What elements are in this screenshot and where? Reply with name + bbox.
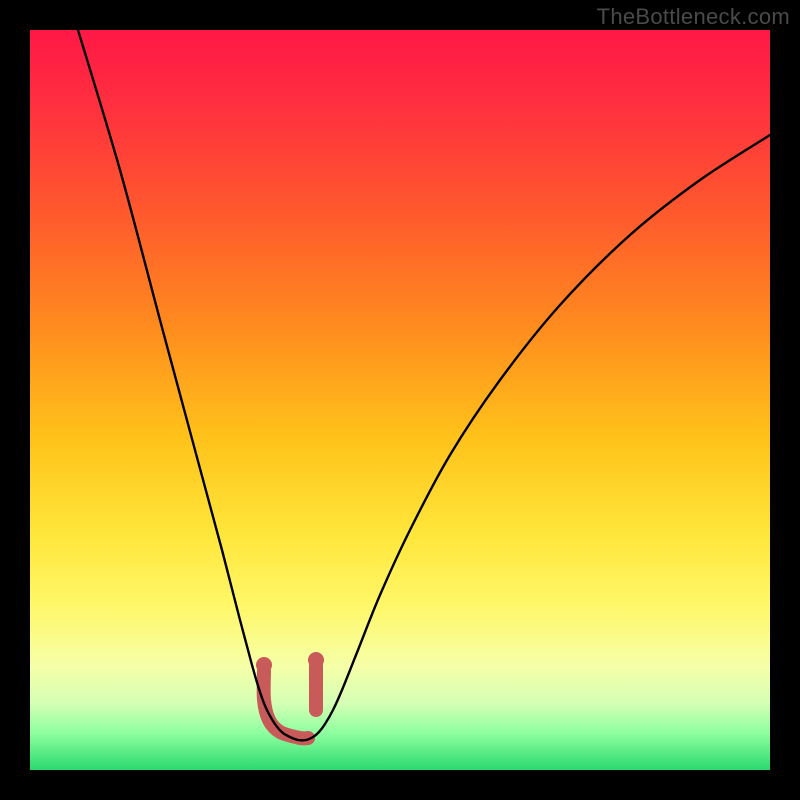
bottleneck-chart <box>0 0 800 800</box>
plot-background <box>30 30 770 770</box>
watermark-text: TheBottleneck.com <box>597 4 790 30</box>
chart-frame: TheBottleneck.com <box>0 0 800 800</box>
